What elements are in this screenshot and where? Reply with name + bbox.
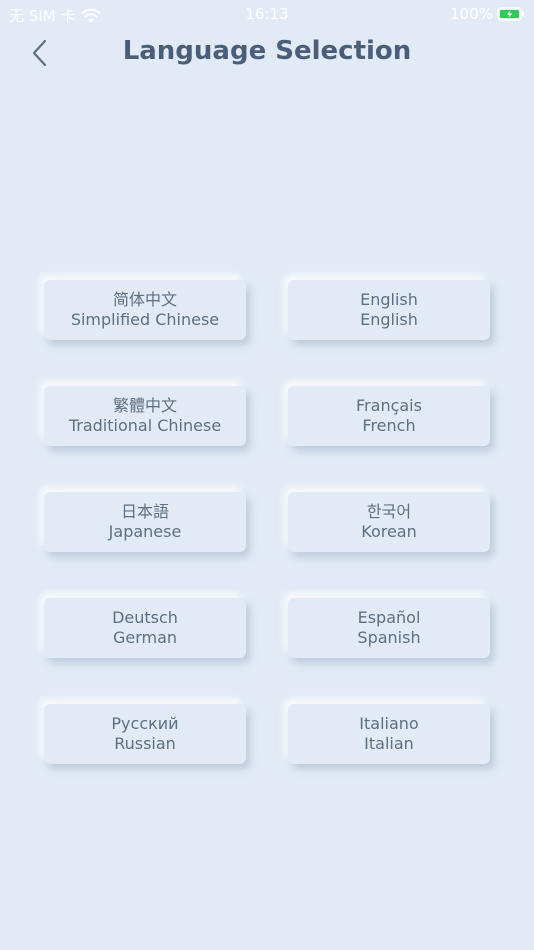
language-english-name: Spanish <box>357 628 421 647</box>
language-native-name: 日本語 <box>120 502 169 521</box>
language-english-name: English <box>360 310 418 329</box>
language-native-name: Español <box>357 608 421 627</box>
language-english-name: Russian <box>114 734 176 753</box>
status-bar: 无 SIM 卡 16:13 100% <box>0 0 534 28</box>
language-english-name: Japanese <box>108 522 182 541</box>
language-native-name: Русский <box>111 714 179 733</box>
language-button-korean[interactable]: 한국어 Korean <box>288 492 490 552</box>
language-button-japanese[interactable]: 日本語 Japanese <box>44 492 246 552</box>
language-native-name: Français <box>356 396 422 415</box>
language-button-simplified-chinese[interactable]: 简体中文 Simplified Chinese <box>44 280 246 340</box>
language-native-name: Deutsch <box>112 608 178 627</box>
battery-icon <box>497 7 525 21</box>
status-right: 100% <box>450 5 525 23</box>
language-native-name: 한국어 <box>366 502 412 521</box>
language-button-traditional-chinese[interactable]: 繁體中文 Traditional Chinese <box>44 386 246 446</box>
language-native-name: 繁體中文 <box>112 396 177 415</box>
language-button-english[interactable]: English English <box>288 280 490 340</box>
language-button-german[interactable]: Deutsch German <box>44 598 246 658</box>
language-english-name: Korean <box>361 522 417 541</box>
language-english-name: Italian <box>364 734 414 753</box>
language-button-italian[interactable]: Italiano Italian <box>288 704 490 764</box>
language-english-name: Simplified Chinese <box>70 310 220 329</box>
navigation-bar: Language Selection <box>0 28 534 78</box>
language-button-spanish[interactable]: Español Spanish <box>288 598 490 658</box>
language-english-name: German <box>112 628 178 647</box>
language-native-name: Italiano <box>359 714 419 733</box>
language-grid: 简体中文 Simplified Chinese English English … <box>44 280 490 764</box>
language-english-name: Traditional Chinese <box>68 416 222 435</box>
language-native-name: English <box>360 290 418 309</box>
language-button-french[interactable]: Français French <box>288 386 490 446</box>
page-title: Language Selection <box>122 36 412 66</box>
battery-percent: 100% <box>450 5 493 23</box>
language-button-russian[interactable]: Русский Russian <box>44 704 246 764</box>
language-english-name: French <box>362 416 416 435</box>
language-native-name: 简体中文 <box>112 290 177 309</box>
